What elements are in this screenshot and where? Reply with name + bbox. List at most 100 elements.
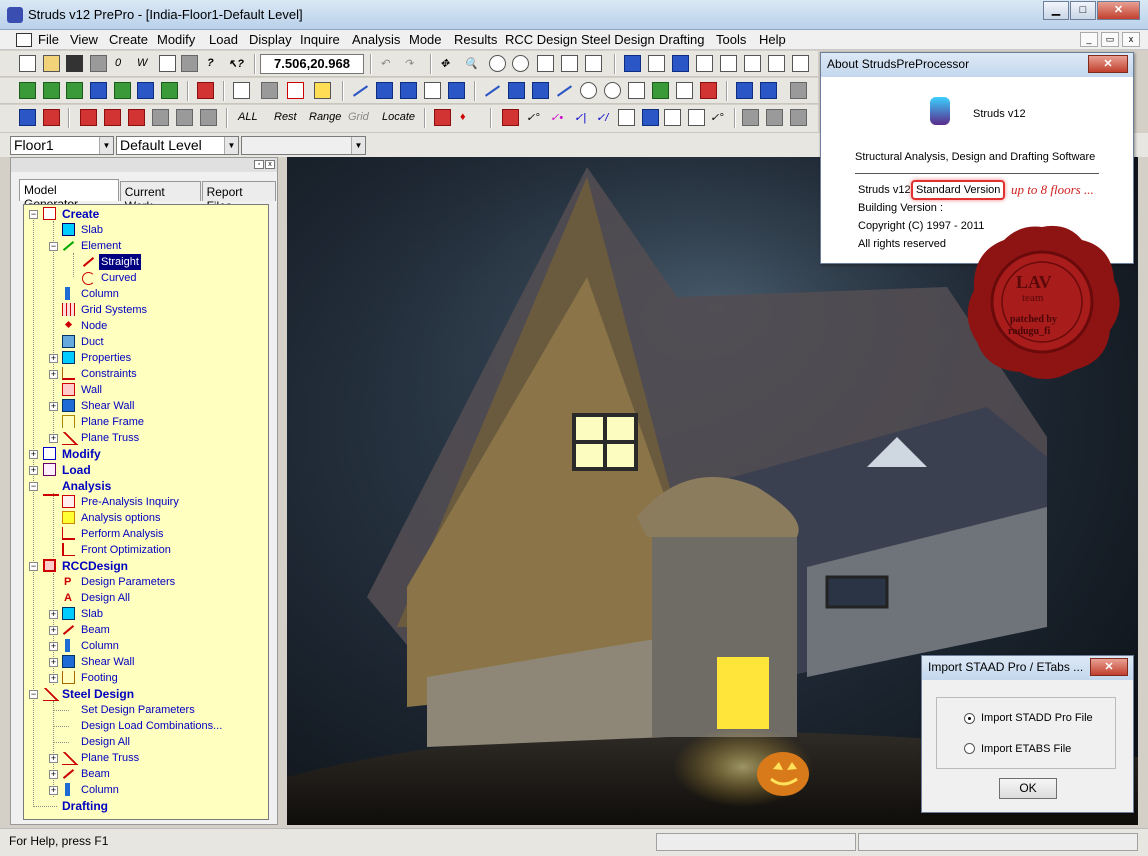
- expand-toggle[interactable]: +: [49, 754, 58, 763]
- locate-button[interactable]: Locate: [382, 111, 415, 128]
- open-file-icon[interactable]: [43, 55, 60, 72]
- cube-icon[interactable]: [19, 109, 36, 126]
- tree-front-optimization[interactable]: Front Optimization: [81, 542, 171, 558]
- tree-create[interactable]: Create: [62, 206, 99, 222]
- fit-icon[interactable]: [792, 55, 809, 72]
- preview-icon[interactable]: [159, 55, 176, 72]
- tree-node[interactable]: Node: [81, 318, 107, 334]
- column-chart-icon[interactable]: [760, 82, 777, 99]
- expand-toggle[interactable]: +: [49, 370, 58, 379]
- help-icon[interactable]: ?: [207, 57, 214, 74]
- layer-icon-2[interactable]: [766, 109, 783, 126]
- zoom-icon[interactable]: 🔍: [464, 57, 478, 74]
- check-frame-icon[interactable]: [664, 109, 681, 126]
- tree-wall[interactable]: Wall: [81, 382, 102, 398]
- offset-icon[interactable]: [556, 85, 573, 97]
- save-icon[interactable]: [66, 55, 83, 72]
- radio-import-stadd[interactable]: [964, 713, 975, 724]
- check-point-icon[interactable]: ✓•: [550, 111, 563, 128]
- dimension-icon[interactable]: [400, 82, 417, 99]
- tree-rcc-design[interactable]: RCCDesign: [62, 558, 128, 574]
- check-node-icon[interactable]: ✓°: [526, 111, 540, 128]
- chevron-down-icon[interactable]: ▼: [224, 137, 238, 154]
- paint-icon[interactable]: [448, 82, 465, 99]
- chevron-down-icon[interactable]: ▼: [351, 137, 365, 154]
- create-node-icon[interactable]: [19, 82, 36, 99]
- select-frame-icon[interactable]: [200, 109, 217, 126]
- undo-icon[interactable]: ↶: [380, 57, 389, 74]
- create-element-icon[interactable]: [43, 82, 60, 99]
- menu-results[interactable]: Results: [454, 32, 497, 47]
- tree-shear-wall[interactable]: Shear Wall: [81, 398, 134, 414]
- tree-rcc-footing[interactable]: Footing: [81, 670, 118, 686]
- tree-column[interactable]: Column: [81, 286, 119, 302]
- tree-set-design-parameters[interactable]: Set Design Parameters: [81, 702, 195, 718]
- expand-toggle[interactable]: +: [49, 786, 58, 795]
- menu-tools[interactable]: Tools: [716, 32, 746, 47]
- label-import-stadd[interactable]: Import STADD Pro File: [981, 712, 1093, 724]
- layer-icon-1[interactable]: [742, 109, 759, 126]
- expand-toggle[interactable]: +: [49, 770, 58, 779]
- tree-element[interactable]: Element: [81, 238, 121, 254]
- expand-toggle[interactable]: +: [49, 626, 58, 635]
- menu-display[interactable]: Display: [249, 32, 292, 47]
- panel-close-button[interactable]: x: [265, 160, 275, 169]
- tree-constraints[interactable]: Constraints: [81, 366, 137, 382]
- check-wall-icon[interactable]: ✓/: [596, 111, 608, 128]
- menu-load[interactable]: Load: [209, 32, 238, 47]
- arc-icon[interactable]: [580, 82, 597, 99]
- zero-icon[interactable]: 0: [115, 57, 121, 74]
- menu-file[interactable]: File: [38, 32, 59, 47]
- tree-steel-design-all[interactable]: Design All: [81, 734, 130, 750]
- draw-line-icon[interactable]: [484, 85, 501, 97]
- pin-icon[interactable]: ♦: [460, 111, 466, 128]
- tree-curved[interactable]: Curved: [101, 270, 136, 286]
- tree-rcc-beam[interactable]: Beam: [81, 622, 110, 638]
- app-icon[interactable]: [7, 7, 23, 23]
- menu-mode[interactable]: Mode: [409, 32, 442, 47]
- menu-steel-design[interactable]: Steel Design: [581, 32, 655, 47]
- delete-icon[interactable]: [700, 82, 717, 99]
- create-column-icon[interactable]: [66, 82, 83, 99]
- tree-properties[interactable]: Properties: [81, 350, 131, 366]
- select-column-icon[interactable]: [128, 109, 145, 126]
- menu-drafting[interactable]: Drafting: [659, 32, 705, 47]
- polyline-icon[interactable]: [376, 82, 393, 99]
- create-slab-icon[interactable]: [114, 82, 131, 99]
- tree-steel-beam[interactable]: Beam: [81, 766, 110, 782]
- zoom-page-icon[interactable]: [537, 55, 554, 72]
- menu-create[interactable]: Create: [109, 32, 148, 47]
- select-all-button[interactable]: ALL: [238, 111, 258, 128]
- expand-toggle[interactable]: +: [49, 674, 58, 683]
- tab-current-work[interactable]: Current Work: [119, 181, 201, 213]
- expand-toggle[interactable]: +: [49, 354, 58, 363]
- menu-analysis[interactable]: Analysis: [352, 32, 400, 47]
- create-shear-wall-icon[interactable]: [137, 82, 154, 99]
- select-grid-button[interactable]: Grid: [348, 111, 369, 128]
- expand-toggle[interactable]: −: [29, 482, 38, 491]
- print-icon[interactable]: [181, 55, 198, 72]
- check-column-icon[interactable]: ✓|: [574, 111, 586, 128]
- tree-design-load-combinations[interactable]: Design Load Combinations...: [81, 718, 222, 734]
- tab-model-generator[interactable]: Model Generator: [19, 179, 119, 211]
- w-icon[interactable]: W: [137, 57, 147, 74]
- mdi-minimize-button[interactable]: _: [1080, 32, 1098, 47]
- zoom-out-icon[interactable]: [512, 55, 529, 72]
- new-file-icon[interactable]: [19, 55, 36, 72]
- import-close-button[interactable]: ✕: [1090, 658, 1128, 676]
- line-icon[interactable]: [352, 85, 369, 97]
- expand-toggle[interactable]: −: [29, 690, 38, 699]
- expand-toggle[interactable]: +: [49, 434, 58, 443]
- view-3d-icon[interactable]: [648, 55, 665, 72]
- tree-duct[interactable]: Duct: [81, 334, 104, 350]
- check-shear-icon[interactable]: [642, 109, 659, 126]
- circle-icon[interactable]: [604, 82, 621, 99]
- grid-system-icon[interactable]: [197, 82, 214, 99]
- expand-toggle[interactable]: −: [29, 210, 38, 219]
- target-icon[interactable]: [314, 82, 331, 99]
- disabled-select[interactable]: ▼: [241, 136, 366, 155]
- render-icon[interactable]: [696, 55, 713, 72]
- layer-icon-3[interactable]: [790, 109, 807, 126]
- grid-view-icon[interactable]: [624, 55, 641, 72]
- menu-view[interactable]: View: [70, 32, 98, 47]
